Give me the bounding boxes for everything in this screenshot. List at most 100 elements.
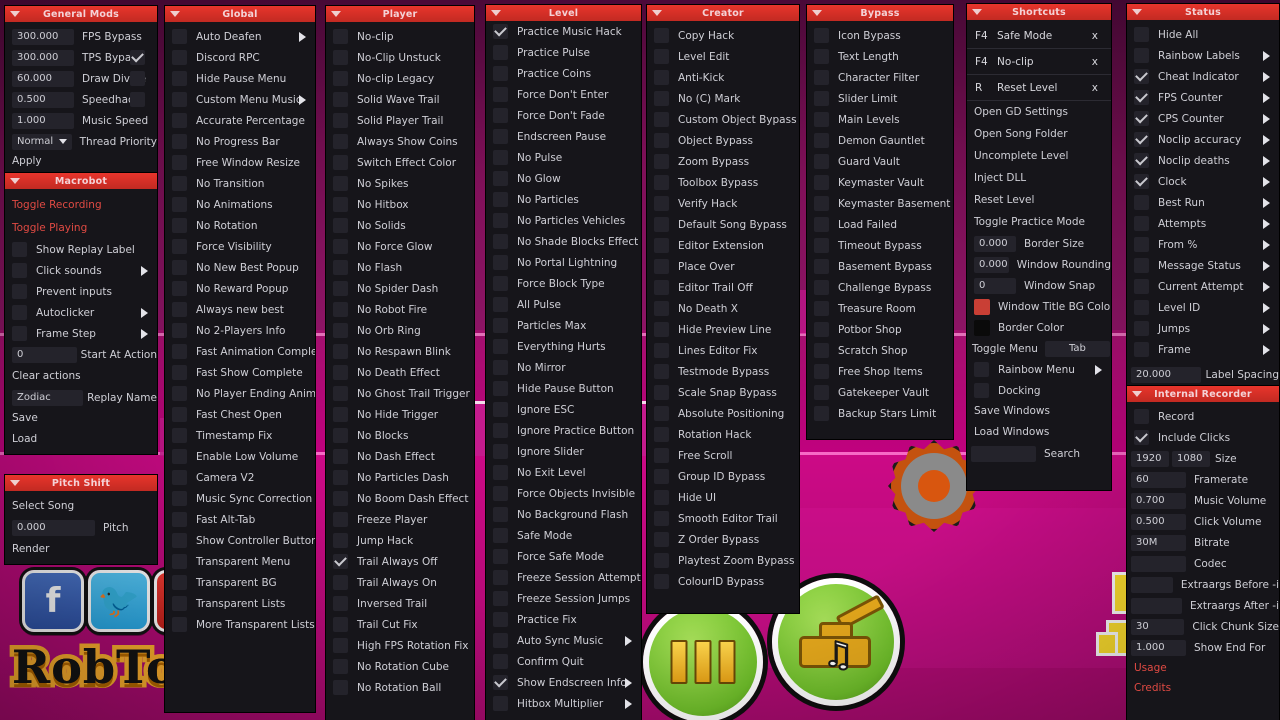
list-item[interactable]: No Dash Effect — [326, 446, 474, 467]
global-checkbox-26[interactable] — [172, 575, 187, 590]
creator-checkbox-11[interactable] — [654, 259, 669, 274]
list-item[interactable]: Text Length — [807, 46, 953, 67]
global-checkbox-5[interactable] — [172, 134, 187, 149]
global-checkbox-21[interactable] — [172, 470, 187, 485]
list-item[interactable]: No Particles Vehicles — [486, 210, 641, 231]
list-item[interactable]: Click sounds — [5, 260, 157, 281]
player-checkbox-26[interactable] — [333, 575, 348, 590]
list-item[interactable]: No Particles — [486, 189, 641, 210]
chevron-right-icon[interactable] — [1263, 134, 1270, 145]
list-item[interactable]: From % — [1127, 234, 1279, 255]
open-song-folder-button[interactable]: Open Song Folder — [967, 123, 1111, 145]
list-item[interactable]: Editor Extension — [647, 235, 799, 256]
creator-checkbox-9[interactable] — [654, 217, 669, 232]
chevron-down-icon[interactable] — [491, 10, 501, 16]
list-item[interactable]: Noclip accuracy — [1127, 129, 1279, 150]
list-item[interactable]: No-clip — [326, 26, 474, 47]
list-item[interactable]: Everything Hurts — [486, 336, 641, 357]
list-item[interactable]: Transparent BG — [165, 572, 315, 593]
chevron-down-icon[interactable] — [1132, 9, 1142, 15]
chevron-down-icon[interactable] — [10, 480, 20, 486]
player-checkbox-25[interactable] — [333, 554, 348, 569]
list-item[interactable]: Force Block Type — [486, 273, 641, 294]
list-item[interactable]: Timestamp Fix — [165, 425, 315, 446]
list-item[interactable]: Enable Low Volume — [165, 446, 315, 467]
list-item[interactable]: Best Run — [1127, 192, 1279, 213]
window-creator[interactable]: Creator Copy Hack Level Edit Anti-Kick No (… — [647, 5, 799, 613]
chevron-right-icon[interactable] — [625, 677, 632, 688]
window-macrobot[interactable]: Macrobot Toggle Recording Toggle Playing… — [5, 173, 157, 454]
creator-checkbox-21[interactable] — [654, 469, 669, 484]
list-item[interactable]: Hide UI — [647, 487, 799, 508]
speedhack-input[interactable]: 0.500 — [12, 91, 74, 108]
creator-checkbox-23[interactable] — [654, 511, 669, 526]
list-item[interactable]: Smooth Editor Trail — [647, 508, 799, 529]
list-item[interactable]: Frame Step — [5, 323, 157, 344]
level-checkbox-15[interactable] — [493, 339, 508, 354]
creator-checkbox-16[interactable] — [654, 364, 669, 379]
window-titlebar-general-mods[interactable]: General Mods — [5, 6, 157, 22]
list-item[interactable]: Potbor Shop — [807, 319, 953, 340]
player-checkbox-9[interactable] — [333, 218, 348, 233]
size-row[interactable]: 1920 1080 Size — [1127, 448, 1279, 469]
list-item[interactable]: Practice Pulse — [486, 42, 641, 63]
chevron-down-icon[interactable] — [10, 178, 20, 184]
player-checkbox-21[interactable] — [333, 470, 348, 485]
window-titlebar-status[interactable]: Status — [1127, 4, 1279, 20]
player-checkbox-7[interactable] — [333, 176, 348, 191]
list-item[interactable]: Auto Sync Music — [486, 630, 641, 651]
list-item[interactable]: Character Filter — [807, 67, 953, 88]
player-checkbox-15[interactable] — [333, 344, 348, 359]
list-item[interactable]: Rainbow Menu — [967, 359, 1111, 380]
status-checkbox-5[interactable] — [1134, 132, 1149, 147]
list-item[interactable]: Practice Coins — [486, 63, 641, 84]
list-item[interactable]: Docking — [967, 380, 1111, 401]
list-item[interactable]: Music Sync Correction — [165, 488, 315, 509]
chevron-right-icon[interactable] — [1263, 239, 1270, 250]
bypass-checkbox-18[interactable] — [814, 406, 829, 421]
list-item[interactable]: No-Clip Unstuck — [326, 47, 474, 68]
list-item[interactable]: High FPS Rotation Fix — [326, 635, 474, 656]
creator-checkbox-1[interactable] — [654, 49, 669, 64]
list-item[interactable]: Keymaster Vault — [807, 172, 953, 193]
list-item[interactable]: No Rotation Ball — [326, 677, 474, 698]
player-checkbox-8[interactable] — [333, 197, 348, 212]
list-item[interactable]: Force Safe Mode — [486, 546, 641, 567]
field-row[interactable]: 0.000 Window Rounding — [967, 254, 1111, 275]
record-checkbox[interactable] — [1134, 409, 1149, 424]
level-checkbox-18[interactable] — [493, 402, 508, 417]
list-item[interactable]: No Pulse — [486, 147, 641, 168]
list-item[interactable]: Current Attempt — [1127, 276, 1279, 297]
bypass-checkbox-10[interactable] — [814, 238, 829, 253]
creator-checkbox-22[interactable] — [654, 490, 669, 505]
chevron-right-icon[interactable] — [299, 31, 306, 42]
thread-priority-select[interactable]: Normal — [12, 133, 72, 150]
field-row[interactable]: 1.000 Show End For — [1127, 637, 1279, 658]
creator-checkbox-6[interactable] — [654, 154, 669, 169]
level-checkbox-3[interactable] — [493, 87, 508, 102]
list-item[interactable]: No Reward Popup — [165, 278, 315, 299]
chevron-down-icon[interactable] — [972, 9, 982, 15]
toggle-practice-mode-button[interactable]: Toggle Practice Mode — [967, 211, 1111, 233]
player-checkbox-17[interactable] — [333, 386, 348, 401]
player-checkbox-23[interactable] — [333, 512, 348, 527]
bypass-checkbox-3[interactable] — [814, 91, 829, 106]
bypass-checkbox-15[interactable] — [814, 343, 829, 358]
fps-bypass-input[interactable]: 300.000 — [12, 28, 74, 45]
list-item[interactable]: Free Scroll — [647, 445, 799, 466]
list-item[interactable]: Slider Limit — [807, 88, 953, 109]
list-item[interactable]: No Player Ending Animation — [165, 383, 315, 404]
list-item[interactable]: No Transition — [165, 173, 315, 194]
list-item[interactable]: Fast Show Complete — [165, 362, 315, 383]
include-clicks-checkbox[interactable] — [1134, 430, 1149, 445]
creator-checkbox-2[interactable] — [654, 70, 669, 85]
music-volume-input[interactable]: 0.700 — [1131, 492, 1186, 509]
global-checkbox-18[interactable] — [172, 407, 187, 422]
list-item[interactable]: No Shade Blocks Effect — [486, 231, 641, 252]
window-titlebar-internal-recorder[interactable]: Internal Recorder — [1127, 386, 1279, 402]
chevron-right-icon[interactable] — [1263, 302, 1270, 313]
field-row[interactable]: 0.700 Music Volume — [1127, 490, 1279, 511]
global-checkbox-13[interactable] — [172, 302, 187, 317]
list-item[interactable]: All Pulse — [486, 294, 641, 315]
chevron-right-icon[interactable] — [1263, 260, 1270, 271]
